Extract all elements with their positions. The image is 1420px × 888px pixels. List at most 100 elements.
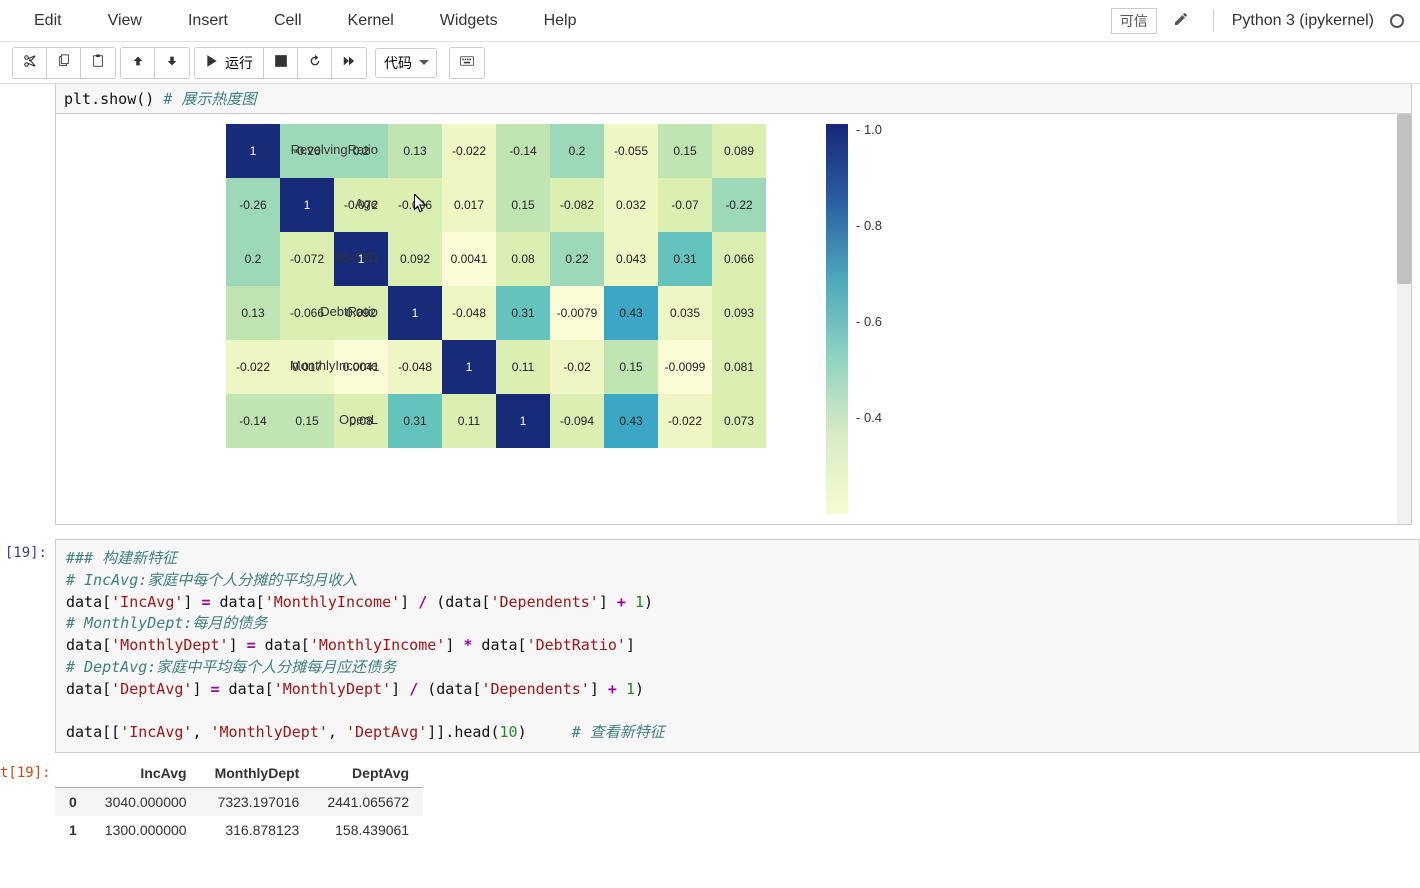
heatmap-cell: 1	[496, 394, 550, 448]
toolbar: 运行 代码	[0, 42, 1420, 84]
heatmap-cell: -0.022	[442, 124, 496, 178]
heatmap-cell: -0.07	[658, 178, 712, 232]
move-up-button[interactable]	[121, 48, 155, 78]
heatmap-cell: -0.14	[496, 124, 550, 178]
heatmap-cell: 0.31	[658, 232, 712, 286]
heatmap-row-label: Age	[226, 196, 386, 211]
kernel-status-icon[interactable]	[1390, 14, 1404, 28]
play-icon	[205, 54, 219, 71]
df-row-index: 0	[55, 787, 91, 816]
kernel-name[interactable]: Python 3 (ipykernel)	[1232, 12, 1374, 30]
output-scrollbar[interactable]	[1397, 114, 1411, 524]
fast-forward-button[interactable]	[332, 48, 366, 78]
menu-kernel[interactable]: Kernel	[330, 8, 412, 34]
menu-insert[interactable]: Insert	[170, 8, 246, 34]
keyboard-icon	[460, 54, 474, 71]
output-scroll-area[interactable]: RevolvingRatioAge30-59DDebtRatioMonthlyI…	[56, 114, 1411, 524]
heatmap-cell: 0.2	[550, 124, 604, 178]
df-cell: 158.439061	[313, 816, 423, 844]
heatmap-cell: 0.22	[550, 232, 604, 286]
heatmap-row-label: DebtRatio	[226, 304, 386, 319]
heatmap-cell: -0.048	[388, 340, 442, 394]
table-row: 03040.0000007323.1970162441.065672	[55, 787, 423, 816]
menu-help[interactable]: Help	[526, 8, 595, 34]
heatmap-cell: 0.035	[658, 286, 712, 340]
heatmap-cell: 0.31	[388, 394, 442, 448]
out-prompt-19: t[19]:	[0, 759, 55, 844]
heatmap-row-label: RevolvingRatio	[226, 142, 386, 157]
restart-icon	[308, 54, 322, 71]
menubar: Edit View Insert Cell Kernel Widgets Hel…	[0, 0, 1420, 42]
heatmap-cell: 0.081	[712, 340, 766, 394]
heatmap-cell: -0.0099	[658, 340, 712, 394]
heatmap-cell: 0.0041	[442, 232, 496, 286]
heatmap-cell: -0.055	[604, 124, 658, 178]
move-down-button[interactable]	[155, 48, 189, 78]
heatmap-cell: -0.022	[658, 394, 712, 448]
heatmap-row-label: 30-59D	[226, 250, 386, 265]
notebook-area[interactable]: plt.show() # 展示热度图 RevolvingRatio Age 30-5…	[0, 84, 1420, 848]
df-row-index: 1	[55, 816, 91, 844]
scrollbar-thumb[interactable]	[1397, 114, 1411, 284]
heatmap-row-label: OpenL	[226, 412, 386, 427]
stop-button[interactable]	[264, 48, 298, 78]
dataframe-output: IncAvgMonthlyDeptDeptAvg03040.0000007323…	[55, 759, 423, 844]
heatmap-cell: 0.092	[388, 232, 442, 286]
df-cell: 7323.197016	[201, 787, 314, 816]
heatmap-cell: 0.11	[496, 340, 550, 394]
restart-button[interactable]	[298, 48, 332, 78]
df-col-header: DeptAvg	[313, 759, 423, 788]
heatmap-cell: -0.0079	[550, 286, 604, 340]
paste-button[interactable]	[81, 48, 115, 78]
colorbar-tick: - 1.0	[856, 122, 882, 137]
heatmap-cell: 0.089	[712, 124, 766, 178]
heatmap-cell: 0.073	[712, 394, 766, 448]
scissors-icon	[23, 54, 37, 71]
heatmap-cell: 0.31	[496, 286, 550, 340]
cell-type-select[interactable]: 代码	[375, 48, 437, 78]
table-row: 11300.000000316.878123158.439061	[55, 816, 423, 844]
heatmap-cell: 0.017	[442, 178, 496, 232]
copy-button[interactable]	[47, 48, 81, 78]
heatmap-cell: -0.066	[388, 178, 442, 232]
prompt-placeholder	[0, 84, 55, 525]
heatmap-cell: 0.093	[712, 286, 766, 340]
fast-forward-icon	[342, 54, 356, 71]
menu-cell[interactable]: Cell	[256, 8, 320, 34]
arrow-up-icon	[131, 54, 145, 71]
menu-widgets[interactable]: Widgets	[422, 8, 516, 34]
df-cell: 2441.065672	[313, 787, 423, 816]
in-prompt-19: [19]:	[0, 539, 55, 753]
heatmap-cell: -0.082	[550, 178, 604, 232]
menu-edit[interactable]: Edit	[16, 8, 80, 34]
run-label: 运行	[225, 53, 253, 73]
paste-icon	[91, 54, 105, 71]
colorbar-tick: - 0.4	[856, 410, 882, 425]
heatmap-cell: 0.15	[496, 178, 550, 232]
trusted-indicator[interactable]: 可信	[1111, 8, 1157, 34]
heatmap-cell: 0.066	[712, 232, 766, 286]
cut-button[interactable]	[13, 48, 47, 78]
heatmap-cell: 0.043	[604, 232, 658, 286]
heatmap-cell: 0.43	[604, 394, 658, 448]
code-line-plt-show[interactable]: plt.show() # 展示热度图	[56, 84, 1411, 114]
run-button[interactable]: 运行	[195, 48, 264, 78]
heatmap-cell: 0.15	[604, 340, 658, 394]
df-cell: 3040.000000	[91, 787, 201, 816]
heatmap-cell: 1	[442, 340, 496, 394]
heatmap-cell: 0.13	[388, 124, 442, 178]
command-palette-button[interactable]	[450, 48, 484, 78]
code-input-19[interactable]: ### 构建新特征 # IncAvg:家庭中每个人分摊的平均月收入 data['…	[55, 539, 1420, 753]
colorbar-tick: - 0.6	[856, 314, 882, 329]
colorbar-tick: - 0.8	[856, 218, 882, 233]
colorbar	[826, 124, 848, 514]
heatmap-cell: -0.048	[442, 286, 496, 340]
heatmap-cell: 1	[388, 286, 442, 340]
output-cell-heatmap: plt.show() # 展示热度图 RevolvingRatio Age 30-5…	[55, 84, 1412, 525]
heatmap-cell: -0.094	[550, 394, 604, 448]
heatmap-cell: 0.08	[496, 232, 550, 286]
edit-icon[interactable]	[1173, 11, 1189, 30]
df-cell: 316.878123	[201, 816, 314, 844]
divider	[1213, 10, 1214, 32]
menu-view[interactable]: View	[90, 8, 160, 34]
